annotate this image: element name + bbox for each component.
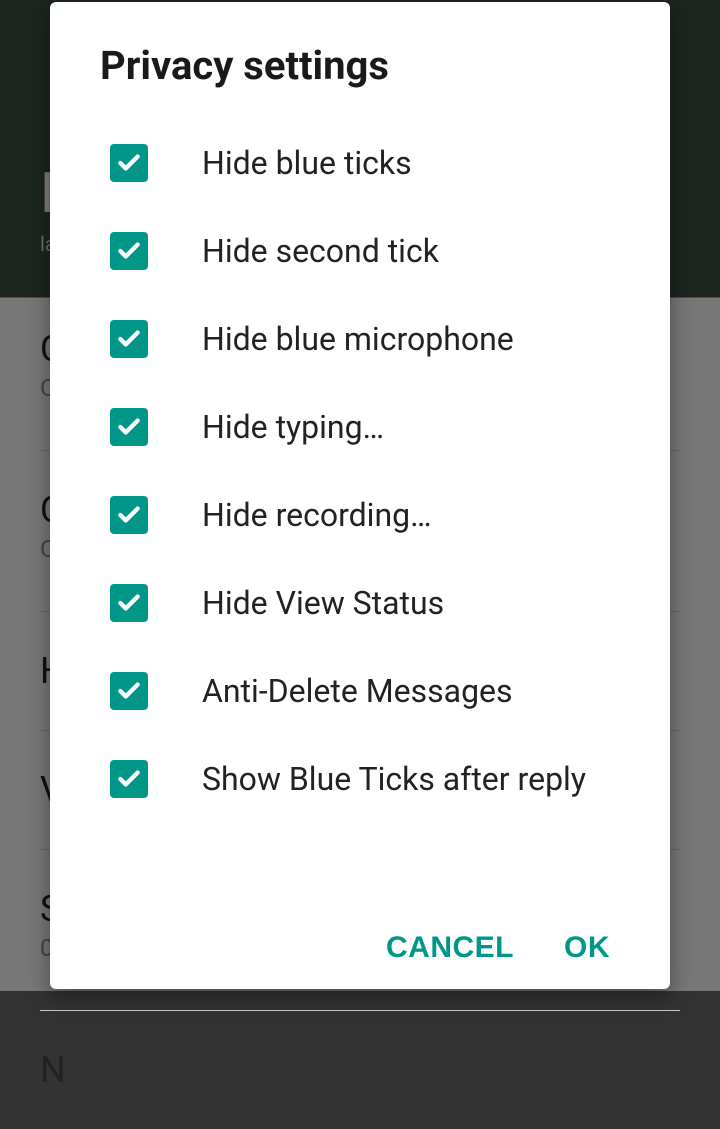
option-label: Hide blue microphone xyxy=(202,319,514,359)
option-label: Anti-Delete Messages xyxy=(202,671,513,711)
option-hide-second-tick[interactable]: Hide second tick xyxy=(100,207,620,295)
checkbox-icon xyxy=(110,232,148,270)
bg-row-single: N xyxy=(40,1029,680,1111)
option-label: Hide recording… xyxy=(202,495,432,535)
option-anti-delete-messages[interactable]: Anti-Delete Messages xyxy=(100,647,620,735)
dialog-actions: CANCEL OK xyxy=(50,911,670,965)
option-label: Hide second tick xyxy=(202,231,439,271)
checkbox-icon xyxy=(110,408,148,446)
option-hide-recording[interactable]: Hide recording… xyxy=(100,471,620,559)
option-show-blue-ticks-after-reply[interactable]: Show Blue Ticks after reply xyxy=(100,735,620,823)
option-hide-view-status[interactable]: Hide View Status xyxy=(100,559,620,647)
checkbox-icon xyxy=(110,320,148,358)
dialog-title: Privacy settings xyxy=(50,42,670,119)
option-label: Hide typing… xyxy=(202,407,384,447)
checkbox-icon xyxy=(110,496,148,534)
option-label: Show Blue Ticks after reply xyxy=(202,759,586,799)
option-label: Hide View Status xyxy=(202,583,444,623)
privacy-settings-dialog: Privacy settings Hide blue ticks Hide se… xyxy=(50,2,670,989)
ok-button[interactable]: OK xyxy=(564,931,610,965)
options-list: Hide blue ticks Hide second tick Hide bl… xyxy=(50,119,670,911)
option-label: Hide blue ticks xyxy=(202,143,412,183)
checkbox-icon xyxy=(110,144,148,182)
checkbox-icon xyxy=(110,672,148,710)
option-hide-blue-ticks[interactable]: Hide blue ticks xyxy=(100,119,620,207)
option-hide-typing[interactable]: Hide typing… xyxy=(100,383,620,471)
checkbox-icon xyxy=(110,584,148,622)
option-hide-blue-microphone[interactable]: Hide blue microphone xyxy=(100,295,620,383)
checkbox-icon xyxy=(110,760,148,798)
cancel-button[interactable]: CANCEL xyxy=(386,931,514,965)
